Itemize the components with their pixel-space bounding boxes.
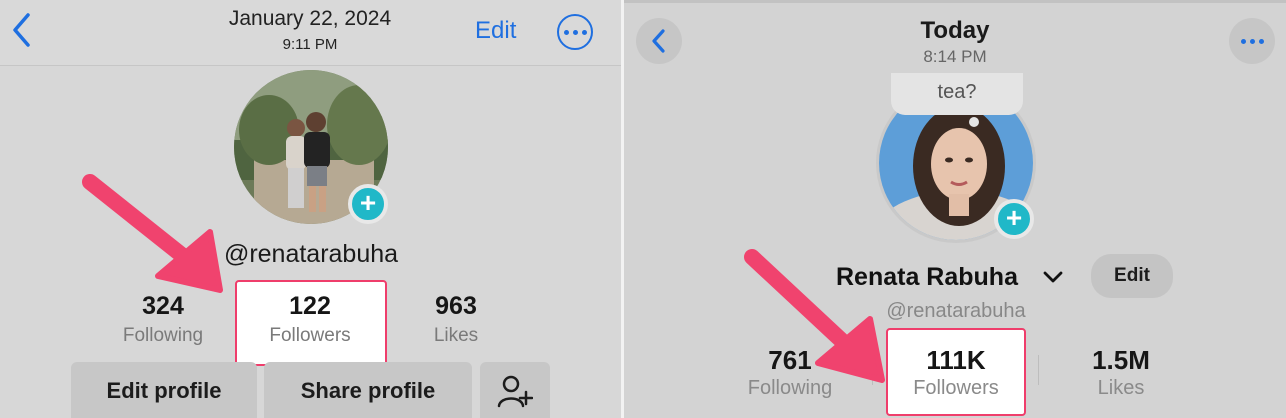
stat-following-label[interactable]: Following bbox=[103, 325, 223, 347]
edit-button[interactable]: Edit bbox=[1091, 254, 1173, 298]
stat-likes-value: 963 bbox=[435, 292, 477, 320]
back-chevron-icon[interactable] bbox=[636, 18, 682, 64]
note-bubble-text: tea? bbox=[937, 81, 977, 103]
annotation-arrow-icon bbox=[82, 174, 223, 293]
add-story-plus-icon[interactable]: + bbox=[994, 199, 1034, 239]
left-profile-panel: January 22, 2024 9:11 PM Edit + @renatar… bbox=[0, 0, 621, 418]
more-options-icon[interactable] bbox=[1229, 18, 1275, 64]
header-time: 8:14 PM bbox=[923, 47, 987, 66]
note-bubble[interactable]: tea? bbox=[891, 73, 1023, 115]
stat-likes-label[interactable]: Likes bbox=[1061, 377, 1181, 400]
more-options-icon[interactable] bbox=[557, 14, 593, 50]
add-story-plus-icon[interactable]: + bbox=[348, 184, 388, 224]
left-header-bar: January 22, 2024 9:11 PM Edit bbox=[0, 0, 621, 66]
annotation-arrow-icon bbox=[744, 249, 885, 383]
stat-likes-value: 1.5M bbox=[1092, 345, 1150, 375]
right-profile-panel: Today 8:14 PM + tea? Renata Rabuha Edit … bbox=[624, 0, 1286, 418]
add-friend-icon bbox=[497, 373, 534, 415]
stat-followers-label[interactable]: Followers bbox=[250, 325, 370, 347]
stat-likes-label[interactable]: Likes bbox=[396, 325, 516, 347]
stat-followers-value: 122 bbox=[289, 292, 331, 320]
header-title: Today bbox=[920, 17, 990, 44]
dropdown-chevron-icon[interactable] bbox=[1042, 269, 1064, 290]
stat-divider bbox=[1038, 355, 1039, 385]
add-friend-button[interactable] bbox=[480, 362, 550, 418]
share-profile-button[interactable]: Share profile bbox=[264, 362, 472, 418]
edit-link[interactable]: Edit bbox=[475, 17, 516, 45]
stat-followers-value: 111K bbox=[926, 345, 986, 375]
header-time: 9:11 PM bbox=[282, 36, 338, 53]
bubble-dot bbox=[969, 117, 979, 127]
edit-profile-button[interactable]: Edit profile bbox=[71, 362, 257, 418]
stat-followers-label[interactable]: Followers bbox=[896, 377, 1016, 400]
back-chevron-icon[interactable] bbox=[10, 12, 36, 52]
header-date: January 22, 2024 bbox=[228, 7, 392, 30]
